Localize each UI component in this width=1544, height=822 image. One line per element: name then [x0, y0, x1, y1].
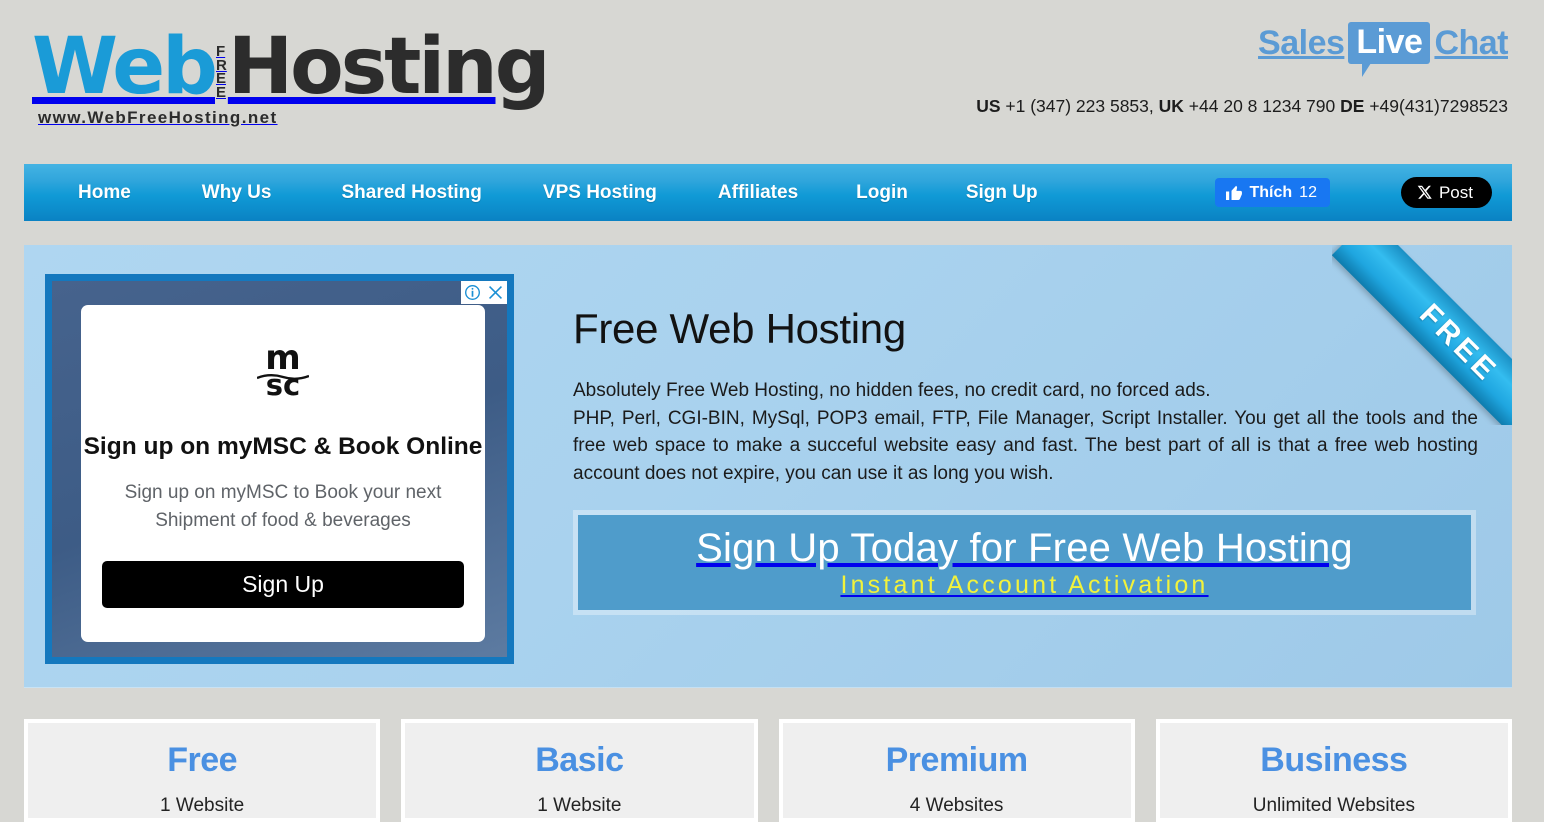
phone-us-label: US: [976, 96, 1001, 116]
hero-paragraph: Absolutely Free Web Hosting, no hidden f…: [573, 377, 1478, 487]
x-logo-icon: [1417, 185, 1432, 199]
ad-description-line1: Sign up on myMSC to Book your next: [124, 482, 442, 503]
nav-item-home[interactable]: Home: [78, 182, 131, 204]
site-logo[interactable]: Web F R E E Hosting www.WebFreeHosting.n…: [32, 18, 551, 138]
nav-item-login[interactable]: Login: [856, 182, 908, 204]
plan-name: Basic: [535, 741, 624, 779]
logo-web-text: Web: [32, 22, 218, 113]
msc-logo-icon: m sc: [253, 341, 313, 402]
page-root: Web F R E E Hosting www.WebFreeHosting.n…: [0, 0, 1544, 822]
plan-card-free[interactable]: Free 1 Website: [24, 719, 381, 822]
hero-copy: Free Web Hosting Absolutely Free Web Hos…: [573, 305, 1478, 487]
signup-banner[interactable]: Sign Up Today for Free Web Hosting Insta…: [573, 510, 1476, 615]
hero-paragraph-body: PHP, Perl, CGI-BIN, MySql, POP3 email, F…: [573, 407, 1478, 484]
ad-sign-up-button[interactable]: Sign Up: [102, 561, 464, 609]
adchoices-info-button[interactable]: [461, 281, 484, 304]
plan-card-business[interactable]: Business Unlimited Websites: [1155, 719, 1512, 822]
live-chat-chat-text: Chat: [1434, 23, 1508, 62]
nav-item-shared-hosting[interactable]: Shared Hosting: [341, 182, 481, 204]
social-buttons: Thích 12 Post: [1214, 177, 1513, 208]
signup-banner-inner: Sign Up Today for Free Web Hosting Insta…: [578, 515, 1471, 610]
ad-close-button[interactable]: [484, 281, 507, 304]
sales-live-chat-button[interactable]: Sales Live Chat: [1258, 22, 1508, 77]
info-circle-icon: [465, 285, 480, 300]
live-chat-bubble-icon: Live: [1348, 22, 1431, 77]
plan-card-premium[interactable]: Premium 4 Websites: [778, 719, 1135, 822]
logo-free-letter-e2: E: [216, 84, 227, 102]
ad-description-line2: Shipment of food & beverages: [155, 509, 411, 531]
advertisement-frame: m sc Sign up on myMSC & Book Online Sign…: [52, 281, 507, 657]
advertisement-block: m sc Sign up on myMSC & Book Online Sign…: [45, 274, 514, 664]
plan-name: Free: [167, 741, 238, 779]
nav-item-affiliates[interactable]: Affiliates: [718, 182, 798, 204]
live-chat-sales-text: Sales: [1258, 23, 1345, 62]
nav-item-vps-hosting[interactable]: VPS Hosting: [543, 182, 657, 204]
phone-de-label: DE: [1340, 96, 1365, 116]
plan-websites: 1 Website: [537, 795, 622, 816]
plan-name: Business: [1260, 741, 1408, 779]
plan-websites: 4 Websites: [909, 795, 1004, 816]
phone-uk-label: UK: [1158, 96, 1184, 116]
close-icon: [489, 286, 502, 299]
live-chat-live-text: Live: [1356, 23, 1423, 61]
hero-paragraph-line1: Absolutely Free Web Hosting, no hidden f…: [573, 380, 1211, 401]
twitter-post-label: Post: [1438, 182, 1473, 202]
ad-headline: Sign up on myMSC & Book Online: [83, 433, 483, 460]
plan-name: Premium: [885, 741, 1029, 779]
plan-websites: 1 Website: [160, 795, 245, 816]
pricing-plans: Free 1 Website Basic 1 Website Premium 4…: [24, 719, 1512, 822]
site-header: Web F R E E Hosting www.WebFreeHosting.n…: [0, 0, 1544, 160]
plan-card-basic[interactable]: Basic 1 Website: [401, 719, 758, 822]
logo-free-stack: F R E E: [216, 44, 227, 102]
facebook-like-button[interactable]: Thích 12: [1214, 178, 1330, 207]
phone-de-number: +49(431)7298523: [1369, 96, 1508, 116]
plan-websites: Unlimited Websites: [1252, 795, 1415, 816]
ad-card: m sc Sign up on myMSC & Book Online Sign…: [81, 305, 485, 642]
facebook-like-label: Thích: [1249, 183, 1293, 201]
hero-section: FREE m sc Sign up on myMSC & Book Online…: [24, 245, 1512, 688]
ad-description: Sign up on myMSC to Book your next Shipm…: [125, 479, 442, 534]
hero-title: Free Web Hosting: [573, 305, 906, 352]
phone-numbers: US +1 (347) 223 5853, UK +44 20 8 1234 7…: [976, 96, 1508, 117]
phone-uk-number: +44 20 8 1234 790: [1188, 96, 1336, 116]
logo-hosting-text: Hosting: [227, 22, 551, 113]
msc-logo-sc: sc: [265, 368, 301, 402]
facebook-like-count: 12: [1299, 183, 1317, 201]
nav-item-why-us[interactable]: Why Us: [202, 182, 272, 204]
adchoices-controls: [461, 281, 507, 304]
phone-us-number: +1 (347) 223 5853,: [1005, 96, 1154, 116]
thumbs-up-icon: [1225, 185, 1242, 200]
logo-wordmark: Web F R E E Hosting: [32, 18, 551, 113]
signup-banner-line1: Sign Up Today for Free Web Hosting: [696, 525, 1353, 570]
nav-item-sign-up[interactable]: Sign Up: [966, 182, 1038, 204]
twitter-post-button[interactable]: Post: [1400, 177, 1492, 208]
main-navigation: Home Why Us Shared Hosting VPS Hosting A…: [24, 164, 1512, 221]
header-right-block: Sales Live Chat US +1 (347) 223 5853, UK…: [976, 22, 1508, 117]
signup-banner-line2: Instant Account Activation: [840, 570, 1209, 599]
